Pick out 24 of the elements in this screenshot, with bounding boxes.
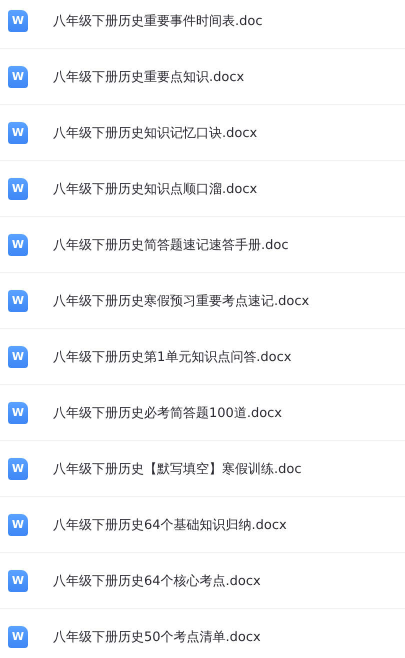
file-name[interactable]: 八年级下册历史【默写填空】寒假训练.doc xyxy=(53,460,302,478)
document-icon: W xyxy=(8,290,28,312)
document-icon: W xyxy=(8,122,28,144)
file-name[interactable]: 八年级下册历史知识点顺口溜.docx xyxy=(53,180,258,198)
file-name[interactable]: 八年级下册历史重要点知识.docx xyxy=(53,68,244,86)
document-icon: W xyxy=(8,234,28,256)
file-name[interactable]: 八年级下册历史必考简答题100道.docx xyxy=(53,404,282,422)
document-icon: W xyxy=(8,570,28,592)
document-icon: W xyxy=(8,178,28,200)
file-name[interactable]: 八年级下册历史50个考点清单.docx xyxy=(53,628,261,646)
document-icon: W xyxy=(8,458,28,480)
file-name[interactable]: 八年级下册历史简答题速记速答手册.doc xyxy=(53,236,288,254)
file-name[interactable]: 八年级下册历史64个核心考点.docx xyxy=(53,572,261,590)
file-name[interactable]: 八年级下册历史重要事件时间表.doc xyxy=(53,12,262,30)
document-icon: W xyxy=(8,66,28,88)
document-icon: W xyxy=(8,514,28,536)
document-icon: W xyxy=(8,346,28,368)
file-name[interactable]: 八年级下册历史知识记忆口诀.docx xyxy=(53,124,258,142)
document-icon: W xyxy=(8,10,28,32)
document-icon: W xyxy=(8,402,28,424)
file-name[interactable]: 八年级下册历史寒假预习重要考点速记.docx xyxy=(53,292,310,310)
file-name[interactable]: 八年级下册历史64个基础知识归纳.docx xyxy=(53,516,287,534)
document-icon: W xyxy=(8,626,28,648)
file-name[interactable]: 八年级下册历史第1单元知识点问答.docx xyxy=(53,348,292,366)
